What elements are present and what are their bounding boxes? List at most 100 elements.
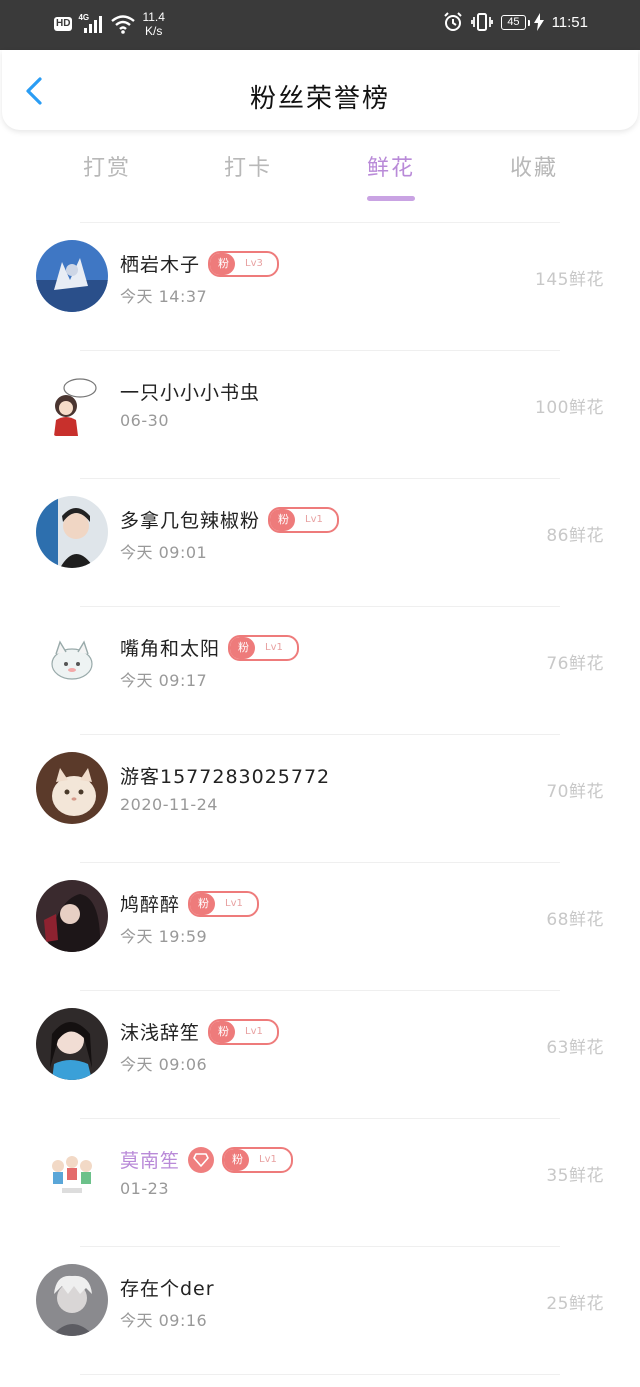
name-line: 鸠醉醉 粉 Lv1 xyxy=(120,890,259,917)
fan-name: 沫浅辞笙 xyxy=(120,1022,201,1044)
flower-count: 76鲜花 xyxy=(546,654,604,674)
fan-level-badge: 粉 Lv1 xyxy=(208,1018,279,1045)
avatar[interactable] xyxy=(36,880,108,952)
tab-label: 打卡 xyxy=(223,156,272,181)
fan-badge-level: Lv1 xyxy=(259,1154,277,1165)
tab-label: 收藏 xyxy=(509,156,558,181)
flower-count: 25鲜花 xyxy=(546,1294,604,1314)
fan-name: 一只小小小书虫 xyxy=(120,382,261,404)
fan-level-badge: 粉 Lv1 xyxy=(222,1146,293,1173)
fan-badge-label: 粉 xyxy=(224,1148,250,1171)
fan-name: 鸠醉醉 xyxy=(120,894,181,916)
tab-favorites[interactable]: 收藏 xyxy=(474,150,594,182)
gift-time: 01-23 xyxy=(120,1179,169,1198)
fan-badge-level: Lv1 xyxy=(265,642,283,653)
list-item[interactable]: 一只小小小书虫 06-30 100鲜花 xyxy=(0,351,640,479)
fan-badge-label: 粉 xyxy=(210,252,236,275)
status-right: 45 11:51 xyxy=(443,12,588,32)
status-left: HD 4G 11.4 K/s xyxy=(54,10,165,38)
fan-level-badge: 粉 Lv1 xyxy=(268,506,339,533)
battery-icon: 45 xyxy=(501,14,530,30)
tab-bar: 打赏 打卡 鲜花 收藏 xyxy=(0,150,640,210)
avatar[interactable] xyxy=(36,752,108,824)
fan-ranking-list: 栖岩木子 粉 Lv3 今天 14:37 145鲜花 一只小小小书虫 06-30 … xyxy=(0,223,640,1375)
avatar[interactable] xyxy=(36,1136,108,1208)
fan-badge-level: Lv1 xyxy=(305,514,323,525)
gift-time: 今天 09:06 xyxy=(120,1055,208,1074)
tab-checkin[interactable]: 打卡 xyxy=(188,150,308,182)
fan-name: 多拿几包辣椒粉 xyxy=(120,510,261,532)
list-item[interactable]: 栖岩木子 粉 Lv3 今天 14:37 145鲜花 xyxy=(0,223,640,351)
charging-icon xyxy=(533,13,544,31)
tab-label: 鲜花 xyxy=(366,156,415,181)
hd-badge: HD xyxy=(54,17,73,31)
fan-badge-label: 粉 xyxy=(230,636,256,659)
list-item[interactable]: 莫南笙 粉 Lv1 01-23 35鲜花 xyxy=(0,1119,640,1247)
status-bar: HD 4G 11.4 K/s 45 11:51 xyxy=(0,0,640,50)
avatar[interactable] xyxy=(36,1264,108,1336)
name-line: 嘴角和太阳 粉 Lv1 xyxy=(120,634,299,661)
name-line: 游客1577283025772 xyxy=(120,762,330,789)
fan-level-badge: 粉 Lv1 xyxy=(228,634,299,661)
vibrate-icon xyxy=(471,13,494,31)
fan-level-badge: 粉 Lv1 xyxy=(188,890,259,917)
flower-count: 86鲜花 xyxy=(546,526,604,546)
flower-count: 145鲜花 xyxy=(535,270,604,290)
name-line: 莫南笙 粉 Lv1 xyxy=(120,1146,293,1173)
tab-tips[interactable]: 打赏 xyxy=(47,150,167,182)
network-speed: 11.4 K/s xyxy=(142,10,164,38)
list-item[interactable]: 多拿几包辣椒粉 粉 Lv1 今天 09:01 86鲜花 xyxy=(0,479,640,607)
avatar[interactable] xyxy=(36,624,108,696)
speed-unit: K/s xyxy=(145,24,163,38)
tab-label: 打赏 xyxy=(82,156,131,181)
list-item[interactable]: 游客1577283025772 2020-11-24 70鲜花 xyxy=(0,735,640,863)
name-line: 存在个der xyxy=(120,1274,215,1301)
gift-time: 今天 19:59 xyxy=(120,927,208,946)
flower-count: 70鲜花 xyxy=(546,782,604,802)
alarm-icon xyxy=(444,12,463,31)
gift-time: 06-30 xyxy=(120,411,169,430)
avatar[interactable] xyxy=(36,368,108,440)
wifi-icon xyxy=(111,15,136,34)
fan-badge-level: Lv1 xyxy=(225,898,243,909)
gift-time: 今天 14:37 xyxy=(120,287,208,306)
fan-name: 存在个der xyxy=(120,1278,215,1300)
list-item[interactable]: 嘴角和太阳 粉 Lv1 今天 09:17 76鲜花 xyxy=(0,607,640,735)
fan-badge-level: Lv3 xyxy=(245,258,263,269)
name-line: 沫浅辞笙 粉 Lv1 xyxy=(120,1018,279,1045)
diamond-vip-icon xyxy=(188,1146,215,1173)
fan-name: 游客1577283025772 xyxy=(120,766,331,788)
gift-time: 2020-11-24 xyxy=(120,795,218,814)
tab-indicator xyxy=(367,196,415,201)
flower-count: 63鲜花 xyxy=(546,1038,604,1058)
fan-name: 嘴角和太阳 xyxy=(120,638,221,660)
gift-time: 今天 09:17 xyxy=(120,671,208,690)
avatar[interactable] xyxy=(36,1008,108,1080)
gift-time: 今天 09:16 xyxy=(120,1311,208,1330)
speed-value: 11.4 xyxy=(142,10,165,24)
fan-badge-level: Lv1 xyxy=(245,1026,263,1037)
clock: 11:51 xyxy=(551,13,588,31)
tab-flowers[interactable]: 鲜花 xyxy=(331,150,451,201)
app-header: 粉丝荣誉榜 xyxy=(2,50,638,130)
fan-badge-label: 粉 xyxy=(190,892,216,915)
list-item[interactable]: 沫浅辞笙 粉 Lv1 今天 09:06 63鲜花 xyxy=(0,991,640,1119)
fan-name: 莫南笙 xyxy=(120,1150,181,1172)
gift-time: 今天 09:01 xyxy=(120,543,208,562)
name-line: 栖岩木子 粉 Lv3 xyxy=(120,250,279,277)
cell-signal-icon: 4G xyxy=(78,13,104,35)
row-divider xyxy=(80,1374,560,1375)
fan-badge-label: 粉 xyxy=(210,1020,236,1043)
flower-count: 35鲜花 xyxy=(546,1166,604,1186)
list-item[interactable]: 存在个der 今天 09:16 25鲜花 xyxy=(0,1247,640,1375)
fan-name: 栖岩木子 xyxy=(120,254,201,276)
avatar[interactable] xyxy=(36,496,108,568)
flower-count: 100鲜花 xyxy=(535,398,604,418)
flower-count: 68鲜花 xyxy=(546,910,604,930)
name-line: 一只小小小书虫 xyxy=(120,378,260,405)
page-title: 粉丝荣誉榜 xyxy=(249,84,390,114)
avatar[interactable] xyxy=(36,240,108,312)
fan-level-badge: 粉 Lv3 xyxy=(208,250,279,277)
list-item[interactable]: 鸠醉醉 粉 Lv1 今天 19:59 68鲜花 xyxy=(0,863,640,991)
fan-badge-label: 粉 xyxy=(270,508,296,531)
